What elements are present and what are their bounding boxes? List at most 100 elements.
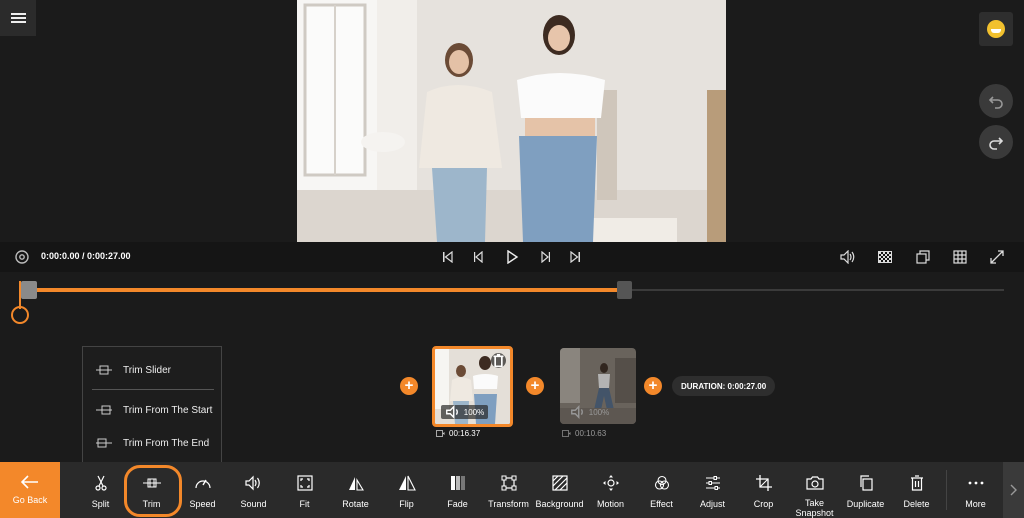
tool-crop[interactable]: Crop xyxy=(738,462,789,518)
trim-highlight xyxy=(124,465,182,517)
add-clip-button[interactable]: + xyxy=(526,377,544,395)
clip-volume: 100% xyxy=(441,405,489,419)
tool-motion[interactable]: Motion xyxy=(585,462,636,518)
arrow-left-icon xyxy=(21,475,38,489)
undo-icon xyxy=(988,96,1003,109)
trim-from-start-option[interactable]: Trim From The Start xyxy=(83,397,223,423)
skip-start-icon[interactable] xyxy=(440,249,456,265)
background-icon xyxy=(551,474,569,492)
tool-transform[interactable]: Transform xyxy=(483,462,534,518)
tool-label: Delete xyxy=(903,499,930,509)
more-icon xyxy=(967,474,985,492)
emoji-button[interactable] xyxy=(979,12,1013,46)
tool-label: More xyxy=(965,499,986,509)
clip-thumbnail[interactable]: 100% xyxy=(560,348,636,424)
undo-button[interactable] xyxy=(979,84,1013,118)
player-controls: 0:00:0.00 / 0:00:27.00 xyxy=(0,242,1024,272)
menu-divider xyxy=(92,389,214,390)
toolbar-scroll-right[interactable] xyxy=(1003,462,1024,518)
clip-thumbnail[interactable]: 100% xyxy=(432,346,513,427)
play-icon[interactable] xyxy=(504,249,520,265)
transform-icon xyxy=(500,474,518,492)
trash-icon xyxy=(493,353,504,368)
timeline-progress xyxy=(20,288,623,292)
clip-duration: 00:10.63 xyxy=(562,429,606,438)
tool-label: Motion xyxy=(596,499,624,509)
speaker-icon xyxy=(244,474,263,492)
grid-icon[interactable] xyxy=(952,249,968,265)
trim-start-icon xyxy=(95,405,113,415)
tool-delete[interactable]: Delete xyxy=(891,462,942,518)
clip-volume: 100% xyxy=(566,405,613,419)
playback-time: 0:00:0.00 / 0:00:27.00 xyxy=(41,251,131,261)
delete-clip-button[interactable] xyxy=(491,353,506,368)
rotate-icon xyxy=(347,474,365,492)
tool-label: Duplicate xyxy=(846,499,885,509)
tool-label: Sound xyxy=(240,499,267,509)
go-back-label: Go Back xyxy=(12,495,48,505)
trim-start-handle[interactable] xyxy=(21,281,37,299)
tool-duplicate[interactable]: Duplicate xyxy=(840,462,891,518)
settings-icon[interactable] xyxy=(14,249,30,265)
crop-icon xyxy=(755,474,773,492)
speedometer-icon xyxy=(194,474,212,492)
tool-rotate[interactable]: Rotate xyxy=(330,462,381,518)
fullscreen-icon[interactable] xyxy=(989,249,1005,265)
tool-label: Fade xyxy=(447,499,468,509)
menu-button[interactable] xyxy=(0,0,36,36)
video-preview xyxy=(297,0,726,242)
tool-label: Speed xyxy=(189,499,216,509)
tool-more[interactable]: More xyxy=(950,462,1001,518)
playhead[interactable] xyxy=(19,281,21,309)
tool-effect[interactable]: Effect xyxy=(636,462,687,518)
tool-adjust[interactable]: Adjust xyxy=(687,462,738,518)
clip-volume-value: 100% xyxy=(588,407,610,417)
scissors-icon xyxy=(92,474,110,492)
trim-dropdown: Trim Slider Trim From The Start Trim Fro… xyxy=(82,346,222,464)
tool-fit[interactable]: Fit xyxy=(279,462,330,518)
tool-fade[interactable]: Fade xyxy=(432,462,483,518)
tool-label: Split xyxy=(91,499,110,509)
trim-from-end-option[interactable]: Trim From The End xyxy=(83,430,223,456)
clip-duration: 00:16.37 xyxy=(436,429,480,438)
next-frame-icon[interactable] xyxy=(537,249,553,265)
trim-slider-option[interactable]: Trim Slider xyxy=(83,357,223,383)
trim-end-handle[interactable] xyxy=(617,281,632,299)
playhead-handle[interactable] xyxy=(11,306,29,324)
tool-sound[interactable]: Sound xyxy=(228,462,279,518)
motion-icon xyxy=(602,474,620,492)
fit-icon xyxy=(296,474,314,492)
camera-icon xyxy=(805,474,824,491)
volume-icon[interactable] xyxy=(840,249,856,265)
add-clip-button[interactable]: + xyxy=(400,377,418,395)
emoji-icon xyxy=(987,20,1005,38)
tool-background[interactable]: Background xyxy=(534,462,585,518)
video-icon xyxy=(562,430,571,437)
video-icon xyxy=(436,430,445,437)
tool-label: Take Snapshot xyxy=(795,498,834,518)
skip-end-icon[interactable] xyxy=(567,249,583,265)
tool-flip[interactable]: Flip xyxy=(381,462,432,518)
tool-label: Crop xyxy=(753,499,774,509)
tool-take-snapshot[interactable]: Take Snapshot xyxy=(789,462,840,518)
clip-duration-value: 00:10.63 xyxy=(575,429,607,438)
clip-volume-value: 100% xyxy=(463,407,485,417)
flip-icon xyxy=(398,474,416,492)
go-back-button[interactable]: Go Back xyxy=(0,462,60,518)
prev-frame-icon[interactable] xyxy=(471,249,487,265)
tool-label: Effect xyxy=(650,499,673,509)
tool-speed[interactable]: Speed xyxy=(177,462,228,518)
add-clip-button[interactable]: + xyxy=(644,377,662,395)
trim-slider-icon xyxy=(95,365,113,375)
checkerboard-icon[interactable] xyxy=(877,249,893,265)
trim-menu-label: Trim Slider xyxy=(123,364,171,376)
total-duration: DURATION: 0:00:27.00 xyxy=(672,376,776,396)
tool-label: Flip xyxy=(399,499,414,509)
trim-menu-label: Trim From The End xyxy=(123,437,210,449)
tool-split[interactable]: Split xyxy=(75,462,126,518)
chevron-right-icon xyxy=(1010,484,1017,496)
tool-label: Transform xyxy=(488,499,529,509)
redo-button[interactable] xyxy=(979,125,1013,159)
tool-label: Background xyxy=(535,499,584,509)
aspect-ratio-icon[interactable] xyxy=(915,249,931,265)
